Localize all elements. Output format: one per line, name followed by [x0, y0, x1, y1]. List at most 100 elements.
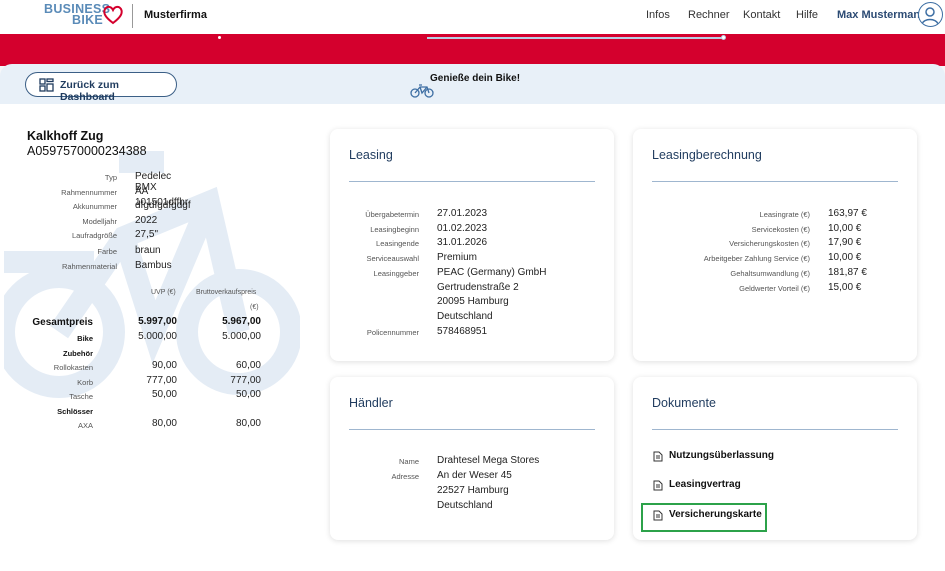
- price-brutto: 60,00: [235, 360, 261, 371]
- document-icon: [653, 451, 663, 462]
- spec-value: 2022: [135, 215, 158, 226]
- detail-label: Übergabetermin: [365, 210, 419, 219]
- card-title: Händler: [349, 396, 393, 410]
- price-label: Zubehör: [63, 349, 93, 358]
- detail-value: 01.02.2023: [437, 223, 488, 234]
- price-row: Bike 5.000,00 5.000,00: [0, 331, 300, 345]
- logo-separator: [132, 4, 133, 28]
- dealer-value: 22527 Hamburg: [437, 485, 509, 496]
- spec-label: Rahmennummer: [61, 188, 117, 197]
- versicherungskarte-highlight: [641, 503, 767, 532]
- price-uvp: 50,00: [151, 389, 177, 400]
- price-label: AXA: [77, 421, 93, 430]
- document-icon: [653, 480, 663, 491]
- calc-label: Arbeitgeber Zahlung Service (€): [703, 254, 810, 263]
- card-divider: [349, 429, 595, 430]
- detail-label: Serviceauswahl: [366, 254, 419, 263]
- price-label: Rollokasten: [53, 363, 93, 372]
- calc-value: 181,87 €: [828, 267, 867, 278]
- price-label: Korb: [77, 378, 93, 387]
- spec-label: Typ: [104, 173, 117, 182]
- calc-label: Versicherungskosten (€): [729, 239, 810, 248]
- price-uvp: 90,00: [151, 360, 177, 371]
- detail-label: Leasingende: [376, 239, 419, 248]
- price-brutto: 5.000,00: [222, 331, 261, 342]
- spec-label: Modelljahr: [82, 217, 117, 226]
- progress-panel: Zurück zum Dashboard Genieße dein Bike!: [0, 64, 945, 104]
- price-uvp: 5.000,00: [138, 331, 177, 342]
- calc-label: Gehaltsumwandlung (€): [730, 269, 810, 278]
- document-label: Leasingvertrag: [669, 479, 741, 490]
- calc-value: 15,00 €: [828, 282, 862, 293]
- back-button-label: Zurück zum Dashboard: [60, 79, 119, 103]
- dealer-value: An der Weser 45: [437, 470, 512, 481]
- price-uvp: 5.997,00: [138, 316, 177, 327]
- bike-icon: [410, 84, 434, 98]
- calc-label: Geldwerter Vorteil (€): [739, 284, 810, 293]
- price-row: AXA 80,00 80,00: [0, 418, 300, 432]
- spec-label: Akkunummer: [72, 202, 117, 211]
- logo-heart-icon: [103, 5, 123, 25]
- price-header-brutto-unit: (€): [250, 304, 259, 311]
- calc-value: 10,00 €: [828, 252, 862, 263]
- price-brutto: 5.967,00: [222, 316, 261, 327]
- detail-value: 20095 Hamburg: [437, 296, 509, 307]
- spec-value: dfgdfgdfgdgf: [135, 200, 191, 211]
- price-row: Schlösser: [0, 404, 300, 418]
- user-avatar-icon[interactable]: [918, 2, 943, 27]
- detail-value: Premium: [437, 252, 478, 263]
- spec-value: braun: [135, 245, 161, 256]
- product-id: A0597570000234388: [27, 144, 147, 158]
- price-row: Rollokasten 90,00 60,00: [0, 360, 300, 374]
- spec-label: Rahmenmaterial: [61, 262, 117, 271]
- price-row: Tasche 50,00 50,00: [0, 389, 300, 403]
- price-label: Tasche: [69, 392, 93, 401]
- price-brutto: 50,00: [235, 389, 261, 400]
- dealer-label: Adresse: [391, 472, 419, 481]
- detail-value: Deutschland: [437, 311, 493, 322]
- progress-end-dot: [721, 35, 726, 40]
- progress-fill: [220, 36, 427, 39]
- price-row-total: Gesamtpreis 5.997,00 5.967,00: [0, 316, 300, 330]
- detail-value: PEAC (Germany) GmbH: [437, 267, 547, 278]
- calc-value: 17,90 €: [828, 237, 862, 248]
- dealer-value: Deutschland: [437, 500, 493, 511]
- dealer-label: Name: [398, 457, 419, 466]
- business-bike-logo[interactable]: BUSINESS BIKE: [44, 3, 124, 30]
- spec-value: 27,5": [135, 229, 159, 240]
- nav-link-kontakt[interactable]: Kontakt: [743, 9, 780, 21]
- company-name: Musterfirma: [144, 9, 207, 21]
- logo-line-2: BIKE: [72, 13, 104, 27]
- card-divider: [349, 181, 595, 182]
- detail-label: Policennummer: [366, 328, 419, 337]
- card-divider: [652, 429, 898, 430]
- price-header-brutto: Bruttoverkaufspreis: [196, 289, 257, 296]
- dealer-value: Drahtesel Mega Stores: [437, 455, 540, 466]
- spec-label: Laufradgröße: [71, 231, 117, 240]
- nav-link-hilfe[interactable]: Hilfe: [796, 9, 818, 21]
- price-label: Bike: [77, 334, 93, 343]
- detail-value: 31.01.2026: [437, 237, 488, 248]
- top-navigation: BUSINESS BIKE Musterfirma Infos Rechner …: [0, 0, 945, 34]
- calc-label: Leasingrate (€): [759, 210, 810, 219]
- card-title: Leasingberechnung: [652, 148, 762, 162]
- nav-link-rechner[interactable]: Rechner: [688, 9, 730, 21]
- price-header-uvp: UVP (€): [151, 289, 176, 296]
- price-row: Zubehör: [0, 346, 300, 360]
- calc-value: 163,97 €: [828, 208, 867, 219]
- logo-text: BUSINESS BIKE: [44, 3, 110, 27]
- detail-label: Leasinggeber: [373, 269, 419, 278]
- card-divider: [652, 181, 898, 182]
- back-to-dashboard-button[interactable]: Zurück zum Dashboard: [25, 72, 177, 103]
- card-title: Leasing: [349, 148, 393, 162]
- nav-link-infos[interactable]: Infos: [646, 9, 670, 21]
- document-label: Nutzungsüberlassung: [669, 450, 775, 461]
- price-brutto: 80,00: [235, 418, 261, 429]
- calc-value: 10,00 €: [828, 223, 862, 234]
- detail-value: Gertrudenstraße 2: [437, 282, 519, 293]
- progress-start-dot: [217, 35, 222, 40]
- user-name[interactable]: Max Mustermann: [837, 9, 927, 21]
- detail-value: 27.01.2023: [437, 208, 488, 219]
- detail-value: 578468951: [437, 326, 488, 337]
- product-name: Kalkhoff Zug: [27, 129, 104, 143]
